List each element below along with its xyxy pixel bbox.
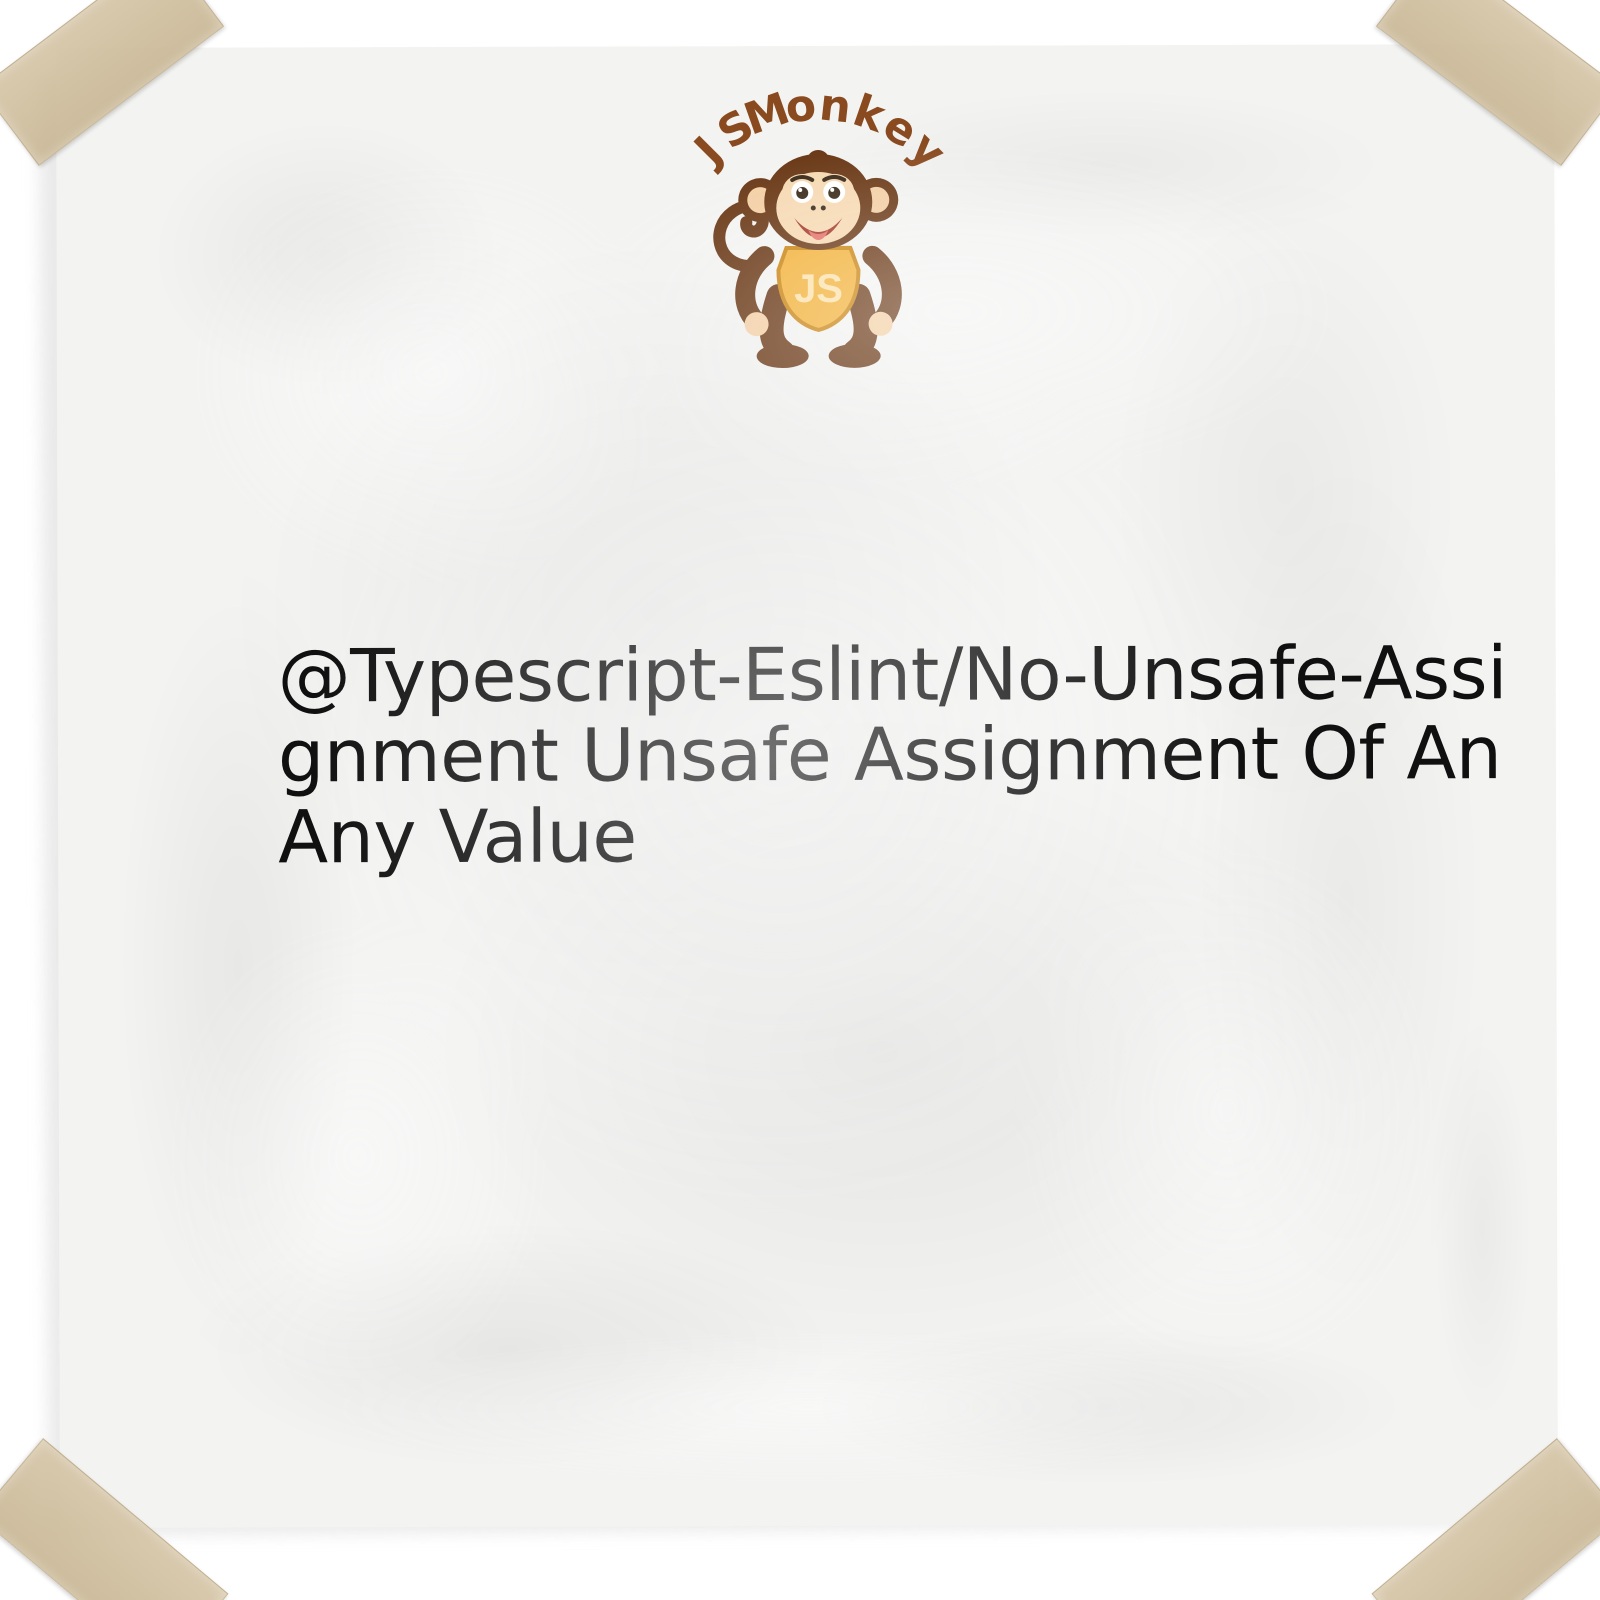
logo-wordmark-letter: o <box>783 79 819 133</box>
logo-badge-text: JS <box>794 267 843 311</box>
logo: JSMonkey JS <box>658 80 979 381</box>
canvas: JSMonkey JS <box>0 0 1600 1600</box>
logo-wordmark-letter: n <box>817 79 854 133</box>
monkey-mascot-icon: JS <box>708 146 929 375</box>
article-title: @Typescript-Eslint/No-Unsafe-Assignment … <box>278 634 1519 878</box>
paper-note: JSMonkey JS <box>56 44 1558 1528</box>
logo-wordmark: JSMonkey <box>658 80 978 153</box>
